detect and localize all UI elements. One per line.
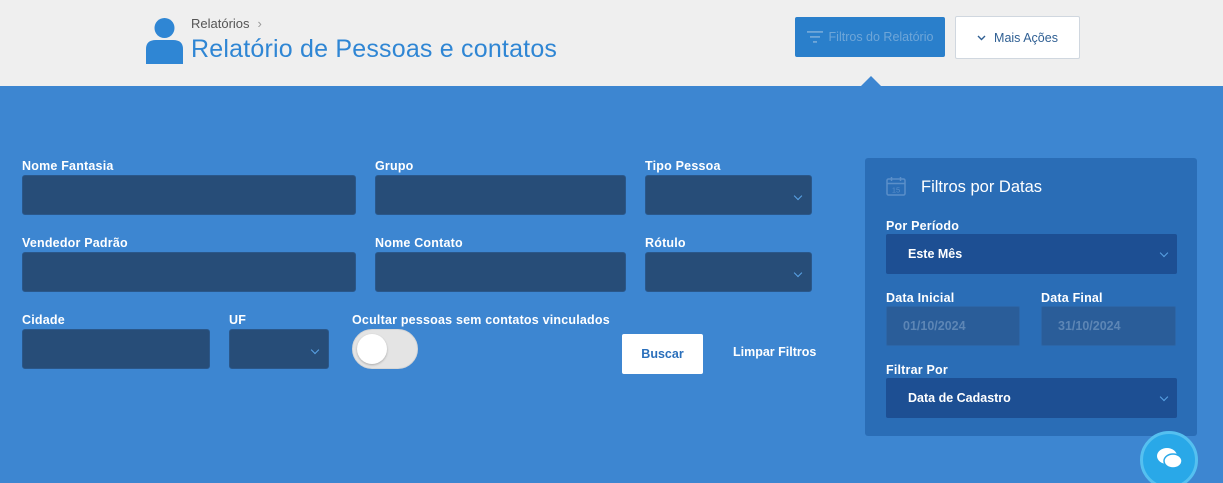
date-filters-title: Filtros por Datas <box>921 178 1043 196</box>
page-title: Relatório de Pessoas e contatos <box>191 35 558 63</box>
breadcrumb-item-relatorios[interactable]: Relatórios <box>191 16 250 31</box>
data-final-value: 31/10/2024 <box>1058 319 1121 333</box>
cidade-label: Cidade <box>22 313 65 327</box>
nome-contato-input[interactable] <box>375 252 626 292</box>
chat-support-button[interactable] <box>1140 431 1198 483</box>
chat-icon <box>1157 448 1183 469</box>
data-final-label: Data Final <box>1041 291 1103 305</box>
filter-icon <box>806 31 823 43</box>
nome-fantasia-input[interactable] <box>22 175 356 215</box>
tipo-pessoa-select[interactable] <box>645 175 812 215</box>
vendedor-padrao-label: Vendedor Padrão <box>22 236 128 250</box>
grupo-label: Grupo <box>375 159 414 173</box>
toggle-knob <box>357 334 387 364</box>
more-actions-label: Mais Ações <box>994 30 1058 45</box>
uf-label: UF <box>229 313 247 327</box>
calendar-icon: 15 <box>886 177 906 196</box>
page-header: Relatórios › Relatório de Pessoas e cont… <box>0 0 1223 87</box>
report-filters-label: Filtros do Relatório <box>828 30 934 44</box>
periodo-label: Por Período <box>886 219 960 233</box>
rotulo-select[interactable] <box>645 252 812 292</box>
nome-contato-label: Nome Contato <box>375 236 463 250</box>
cidade-input[interactable] <box>22 329 210 369</box>
ocultar-toggle[interactable] <box>352 329 418 369</box>
grupo-input[interactable] <box>375 175 626 215</box>
tipo-pessoa-label: Tipo Pessoa <box>645 159 721 173</box>
uf-select[interactable] <box>229 329 329 369</box>
chevron-down-icon <box>977 35 986 40</box>
rotulo-label: Rótulo <box>645 236 686 250</box>
ocultar-label: Ocultar pessoas sem contatos vinculados <box>352 313 610 327</box>
filtrar-por-value: Data de Cadastro <box>908 391 1011 405</box>
more-actions-button[interactable]: Mais Ações <box>955 16 1080 59</box>
filters-panel: Nome Fantasia Grupo Tipo Pessoa Vendedor… <box>0 86 1223 483</box>
limpar-filtros-button[interactable]: Limpar Filtros <box>733 345 816 359</box>
periodo-select[interactable]: Este Mês <box>886 234 1177 274</box>
data-inicial-input[interactable]: 01/10/2024 <box>886 306 1020 346</box>
filtrar-por-label: Filtrar Por <box>886 363 948 377</box>
data-final-input[interactable]: 31/10/2024 <box>1041 306 1176 346</box>
periodo-value: Este Mês <box>908 247 963 261</box>
data-inicial-value: 01/10/2024 <box>903 319 966 333</box>
breadcrumb: Relatórios › <box>191 16 262 31</box>
buscar-button[interactable]: Buscar <box>622 334 703 374</box>
svg-text:15: 15 <box>892 186 900 195</box>
vendedor-padrao-input[interactable] <box>22 252 356 292</box>
nome-fantasia-label: Nome Fantasia <box>22 159 114 173</box>
user-icon <box>146 18 183 64</box>
report-filters-button[interactable]: Filtros do Relatório <box>795 17 945 57</box>
date-filters-box: 15 Filtros por Datas Por Período Este Mê… <box>865 158 1197 436</box>
chevron-right-icon: › <box>257 16 262 31</box>
filtrar-por-select[interactable]: Data de Cadastro <box>886 378 1177 418</box>
data-inicial-label: Data Inicial <box>886 291 955 305</box>
